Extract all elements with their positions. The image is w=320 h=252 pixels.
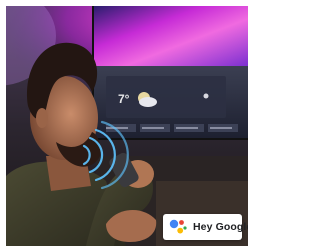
google-assistant-icon (169, 219, 187, 234)
scene-illustration (6, 6, 248, 246)
photo-scene: 7° Hey Google (6, 6, 248, 246)
tv (92, 6, 248, 140)
badge-label: Hey Google (193, 221, 248, 233)
tv-temperature: 7° (118, 92, 130, 106)
promo-image: 7° Hey Google (0, 0, 254, 252)
hey-google-badge: Hey Google (163, 214, 248, 240)
